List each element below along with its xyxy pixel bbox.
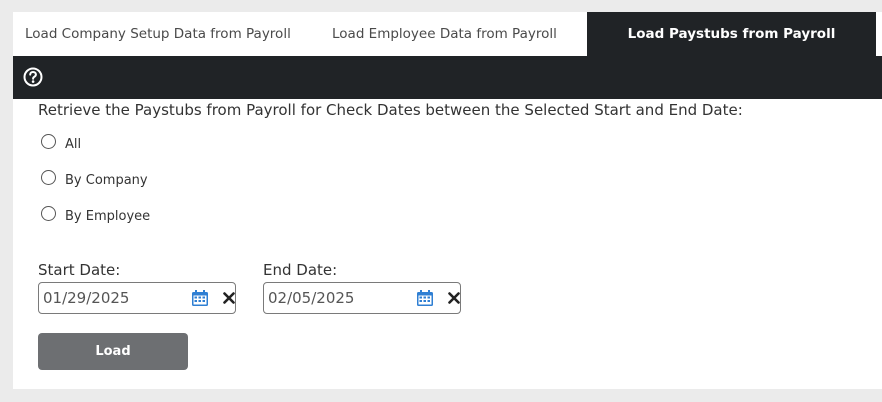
calendar-icon[interactable] [191,289,209,307]
end-date-label: End Date: [263,261,338,279]
tab-bar: Load Company Setup Data from Payroll Loa… [13,12,882,56]
instruction-text: Retrieve the Paystubs from Payroll for C… [38,101,743,119]
toolbar [13,56,882,99]
start-date-input[interactable] [43,288,183,308]
start-date-field [38,282,236,314]
clear-x-icon[interactable] [223,292,235,304]
tab-load-paystubs[interactable]: Load Paystubs from Payroll [587,12,876,56]
radio-circle[interactable] [41,170,56,185]
radio-circle[interactable] [41,134,56,149]
end-date-input[interactable] [268,288,408,308]
tab-load-company-setup[interactable]: Load Company Setup Data from Payroll [13,12,319,56]
radio-label-all: All [65,137,82,152]
clear-x-icon[interactable] [448,292,460,304]
load-button[interactable]: Load [38,333,188,370]
calendar-icon[interactable] [416,289,434,307]
start-date-label: Start Date: [38,261,121,279]
radio-label-by-employee: By Employee [65,209,151,224]
radio-label-by-company: By Company [65,173,148,188]
question-circle-icon[interactable] [23,67,43,87]
radio-circle[interactable] [41,206,56,221]
paystubs-panel: Load Company Setup Data from Payroll Loa… [13,12,882,389]
tab-load-employee-data[interactable]: Load Employee Data from Payroll [319,12,587,56]
end-date-field [263,282,461,314]
